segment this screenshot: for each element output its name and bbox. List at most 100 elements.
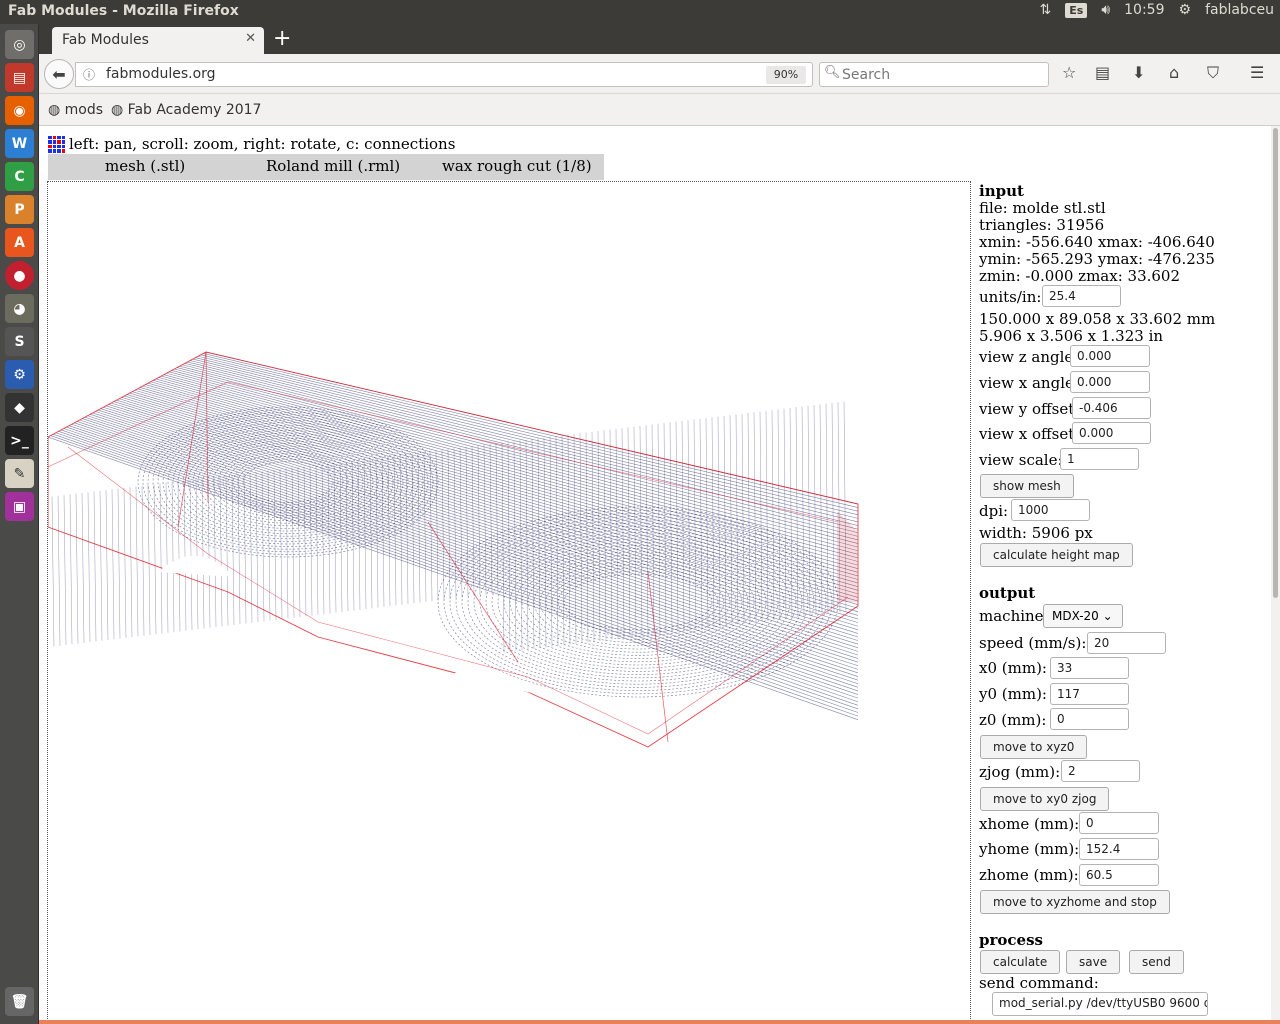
machine-label: machine (979, 607, 1044, 625)
search-input[interactable] (842, 65, 1042, 84)
clock[interactable]: 10:59 (1124, 2, 1164, 18)
units-input[interactable]: 25.4 (1042, 285, 1121, 307)
sublime-icon[interactable]: S (5, 327, 34, 356)
send-command-input[interactable]: mod_serial.py /dev/ttyUSB0 9600 dsrdtr (992, 992, 1208, 1016)
dpi-input[interactable]: 1000 (1011, 499, 1090, 521)
zoom-badge[interactable]: 90% (766, 66, 806, 84)
text-editor-icon[interactable]: ✎ (5, 459, 34, 488)
z0-input[interactable]: 0 (1050, 708, 1129, 730)
move-to-xyzhome-button[interactable]: move to xyzhome and stop (980, 890, 1170, 914)
view-x-angle-label: view x angle: (979, 374, 1079, 392)
size-in: 5.906 x 3.506 x 1.323 in (979, 327, 1164, 345)
firefox-icon[interactable]: ◉ (5, 96, 34, 125)
pocket-icon[interactable]: ⛉ (1207, 63, 1219, 83)
settings-gear-icon[interactable]: ⚙ (1179, 2, 1192, 18)
x0-input[interactable]: 33 (1050, 657, 1129, 679)
units-label: units/in: (979, 288, 1042, 306)
size-mm: 150.000 x 89.058 x 33.602 mm (979, 310, 1216, 328)
calculate-button[interactable]: calculate (980, 950, 1061, 974)
dpi-label: dpi: (979, 502, 1009, 520)
xhome-input[interactable]: 0 (1079, 812, 1159, 834)
menu-icon[interactable]: ☰ (1250, 63, 1264, 82)
trash-icon[interactable]: 🗑︎ (5, 987, 34, 1016)
bookmarks-toolbar: ◍ mods ◍ Fab Academy 2017 (39, 95, 1280, 126)
user-name[interactable]: fablabceu (1205, 2, 1274, 18)
send-button[interactable]: send (1129, 950, 1184, 974)
yhome-input[interactable]: 152.4 (1079, 838, 1159, 860)
calc-icon[interactable]: C (5, 162, 34, 191)
keyboard-layout-badge[interactable]: Es (1065, 2, 1088, 18)
x-range: xmin: -556.640 xmax: -406.640 (979, 233, 1215, 251)
site-info-icon[interactable]: ⓘ (83, 66, 95, 83)
volume-icon[interactable]: 🔊︎ (1101, 2, 1110, 18)
send-command-label: send command: (979, 974, 1099, 992)
browser-nav-bar: ⬅ ⓘ fabmodules.org 90% ↻ 🔍︎ ☆ ▤ ⬇ ⌂ ⛉ ☰ (39, 54, 1280, 94)
view-x-angle-input[interactable]: 0.000 (1070, 371, 1150, 393)
scrollbar-thumb[interactable] (1273, 128, 1278, 598)
x0-label: x0 (mm): (979, 659, 1047, 677)
window-bottom-edge (39, 1020, 1280, 1024)
back-arrow-icon: ⬅ (52, 64, 66, 84)
width-px: width: 5906 px (979, 524, 1093, 542)
zhome-input[interactable]: 60.5 (1079, 864, 1159, 886)
tab-roland-mill[interactable]: Roland mill (.rml) (266, 157, 400, 175)
dash-icon[interactable]: ◎ (5, 30, 34, 59)
zjog-label: zjog (mm): (979, 763, 1061, 781)
view-scale-input[interactable]: 1 (1060, 448, 1139, 470)
home-icon[interactable]: ⌂ (1169, 63, 1179, 82)
app-purple-icon[interactable]: ▣ (5, 492, 34, 521)
move-to-xy0-zjog-button[interactable]: move to xy0 zjog (980, 787, 1110, 811)
hint-text: left: pan, scroll: zoom, right: rotate, … (69, 135, 456, 153)
view-x-offset-label: view x offset: (979, 425, 1080, 443)
url-text[interactable]: fabmodules.org (106, 66, 216, 82)
inkscape-icon[interactable]: ◆ (5, 393, 34, 422)
globe-icon: ◍ (111, 102, 124, 118)
settings-icon[interactable]: ⚙ (5, 360, 34, 389)
search-bar[interactable]: 🔍︎ (819, 62, 1049, 87)
view-y-offset-input[interactable]: -0.406 (1072, 397, 1151, 419)
show-mesh-button[interactable]: show mesh (980, 474, 1074, 498)
zjog-input[interactable]: 2 (1061, 760, 1140, 782)
bookmark-star-icon[interactable]: ☆ (1062, 63, 1076, 82)
url-bar[interactable]: ⓘ fabmodules.org 90% ↻ (75, 62, 836, 87)
window-title: Fab Modules - Mozilla Firefox (8, 3, 239, 19)
view-x-offset-input[interactable]: 0.000 (1072, 422, 1151, 444)
mesh-render[interactable] (47, 182, 970, 1020)
new-tab-icon[interactable]: + (273, 26, 291, 51)
viewer-hint: left: pan, scroll: zoom, right: rotate, … (48, 135, 455, 153)
tab-mesh[interactable]: mesh (.stl) (105, 157, 185, 175)
web-page: left: pan, scroll: zoom, right: rotate, … (39, 126, 1271, 1020)
writer-icon[interactable]: W (5, 129, 34, 158)
process-section-title: process (979, 931, 1043, 949)
calculate-height-map-button[interactable]: calculate height map (980, 543, 1133, 567)
y0-input[interactable]: 117 (1050, 683, 1129, 705)
bookmark-fab-academy[interactable]: ◍ Fab Academy 2017 (111, 102, 261, 118)
speed-input[interactable]: 20 (1087, 632, 1166, 654)
z-range: zmin: -0.000 zmax: 33.602 (979, 267, 1181, 285)
move-to-xyz0-button[interactable]: move to xyz0 (980, 735, 1088, 759)
speed-label: speed (mm/s): (979, 634, 1087, 652)
reading-list-icon[interactable]: ▤ (1095, 63, 1110, 82)
machine-select[interactable]: MDX-20 ⌄ (1043, 604, 1123, 628)
view-z-angle-input[interactable]: 0.000 (1070, 345, 1150, 367)
tab-title: Fab Modules (62, 32, 149, 48)
fab-modules-logo-icon (48, 135, 65, 153)
system-top-bar: Fab Modules - Mozilla Firefox ⇅ Es 🔊︎ 10… (0, 0, 1280, 24)
bookmark-mods[interactable]: ◍ mods (48, 102, 103, 118)
downloads-icon[interactable]: ⬇ (1132, 63, 1145, 82)
save-button[interactable]: save (1066, 950, 1121, 974)
tab-wax-rough-cut[interactable]: wax rough cut (1/8) (442, 157, 592, 175)
impress-icon[interactable]: P (5, 195, 34, 224)
bookmark-label: Fab Academy 2017 (127, 102, 262, 118)
browser-red-icon[interactable]: ● (5, 261, 34, 290)
mesh-viewport[interactable] (47, 181, 971, 1020)
files-icon[interactable]: ▤ (5, 63, 34, 92)
browser-tab[interactable]: Fab Modules ✕ (52, 27, 264, 54)
view-z-angle-label: view z angle: (979, 348, 1079, 366)
network-transfer-icon[interactable]: ⇅ (1040, 2, 1052, 18)
back-button[interactable]: ⬅ (44, 59, 74, 89)
terminal-icon[interactable]: >_ (5, 426, 34, 455)
software-center-icon[interactable]: A (5, 228, 34, 257)
gimp-icon[interactable]: ◕ (5, 294, 34, 323)
close-tab-icon[interactable]: ✕ (245, 31, 256, 46)
